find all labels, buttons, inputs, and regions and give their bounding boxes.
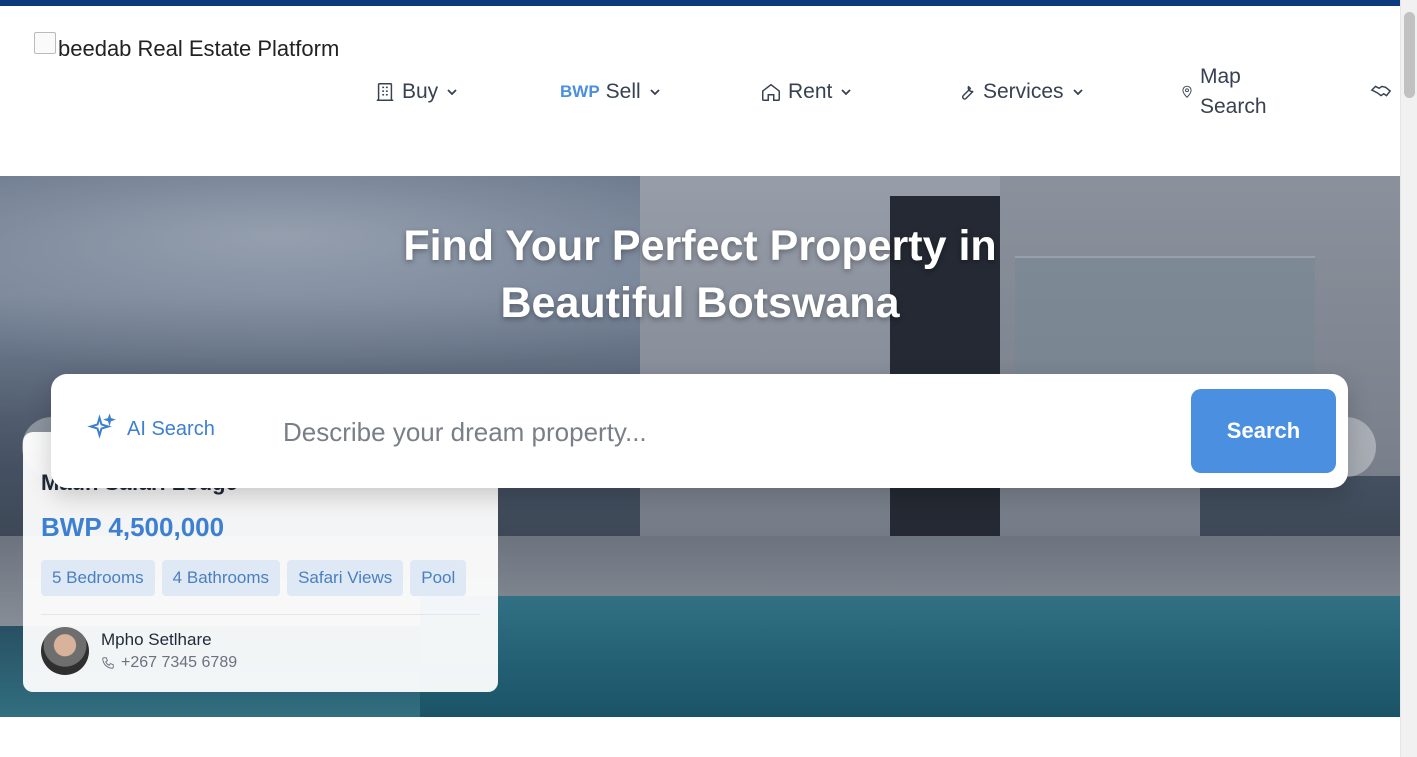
agent-info[interactable]: Mpho Setlhare +267 7345 6789 xyxy=(41,627,237,675)
nav-services-label: Services xyxy=(983,80,1064,103)
top-accent-strip xyxy=(0,0,1400,6)
chevron-down-icon xyxy=(1072,89,1083,96)
logo-alt-text: beedab Real Estate Platform xyxy=(58,36,340,61)
agent-name: Mpho Setlhare xyxy=(101,630,212,649)
site-logo[interactable]: beedab Real Estate Platform xyxy=(34,32,340,62)
hero-title: Find Your Perfect Property in Beautiful … xyxy=(300,218,1100,332)
home-icon xyxy=(762,83,780,101)
chevron-down-icon xyxy=(650,89,660,96)
property-price: BWP 4,500,000 xyxy=(41,512,225,542)
tag-pool: Pool xyxy=(410,560,467,596)
nav-services[interactable]: Services xyxy=(955,80,1084,104)
scrollbar-thumb[interactable] xyxy=(1404,12,1415,98)
chevron-down-icon xyxy=(841,89,851,96)
search-button[interactable]: Search xyxy=(1191,389,1336,473)
nav-map-search[interactable]: Map Search xyxy=(1180,62,1267,122)
sparkle-icon xyxy=(87,414,116,439)
map-pin-icon xyxy=(1182,85,1192,98)
wrench-icon xyxy=(962,85,974,100)
nav-map-search-line1: Map xyxy=(1200,65,1241,88)
nav-buy-label: Buy xyxy=(402,80,439,103)
page-scrollbar[interactable] xyxy=(1400,0,1417,757)
nav-buy[interactable]: Buy xyxy=(374,80,458,104)
nav-partners[interactable] xyxy=(1370,80,1392,102)
card-divider xyxy=(41,614,480,615)
nav-sell-label: Sell xyxy=(605,80,641,103)
search-panel: AI Search Search xyxy=(51,374,1348,488)
hero-title-line2: Beautiful Botswana xyxy=(500,279,900,327)
currency-tag: BWP xyxy=(560,82,600,101)
agent-phone-number: +267 7345 6789 xyxy=(121,654,238,671)
hero-title-line1: Find Your Perfect Property in xyxy=(403,222,997,270)
agent-avatar xyxy=(41,627,89,675)
handshake-icon xyxy=(1370,85,1392,97)
tag-bedrooms: 5 Bedrooms xyxy=(41,560,155,596)
nav-map-search-line2: Search xyxy=(1200,95,1267,118)
ai-search-toggle[interactable]: AI Search xyxy=(87,414,215,444)
nav-rent-label: Rent xyxy=(788,80,833,103)
tag-bathrooms: 4 Bathrooms xyxy=(161,560,281,596)
tag-views: Safari Views xyxy=(287,560,404,596)
search-input[interactable] xyxy=(283,404,1163,460)
chevron-down-icon xyxy=(447,89,457,96)
phone-icon xyxy=(102,657,114,669)
ai-search-label: AI Search xyxy=(127,417,215,440)
agent-phone[interactable]: +267 7345 6789 xyxy=(101,654,237,672)
building-icon xyxy=(376,83,394,101)
broken-image-icon xyxy=(34,32,56,54)
property-tags: 5 Bedrooms 4 Bathrooms Safari Views Pool xyxy=(41,560,467,596)
nav-sell[interactable]: BWP Sell xyxy=(560,80,661,104)
nav-rent[interactable]: Rent xyxy=(760,80,852,104)
